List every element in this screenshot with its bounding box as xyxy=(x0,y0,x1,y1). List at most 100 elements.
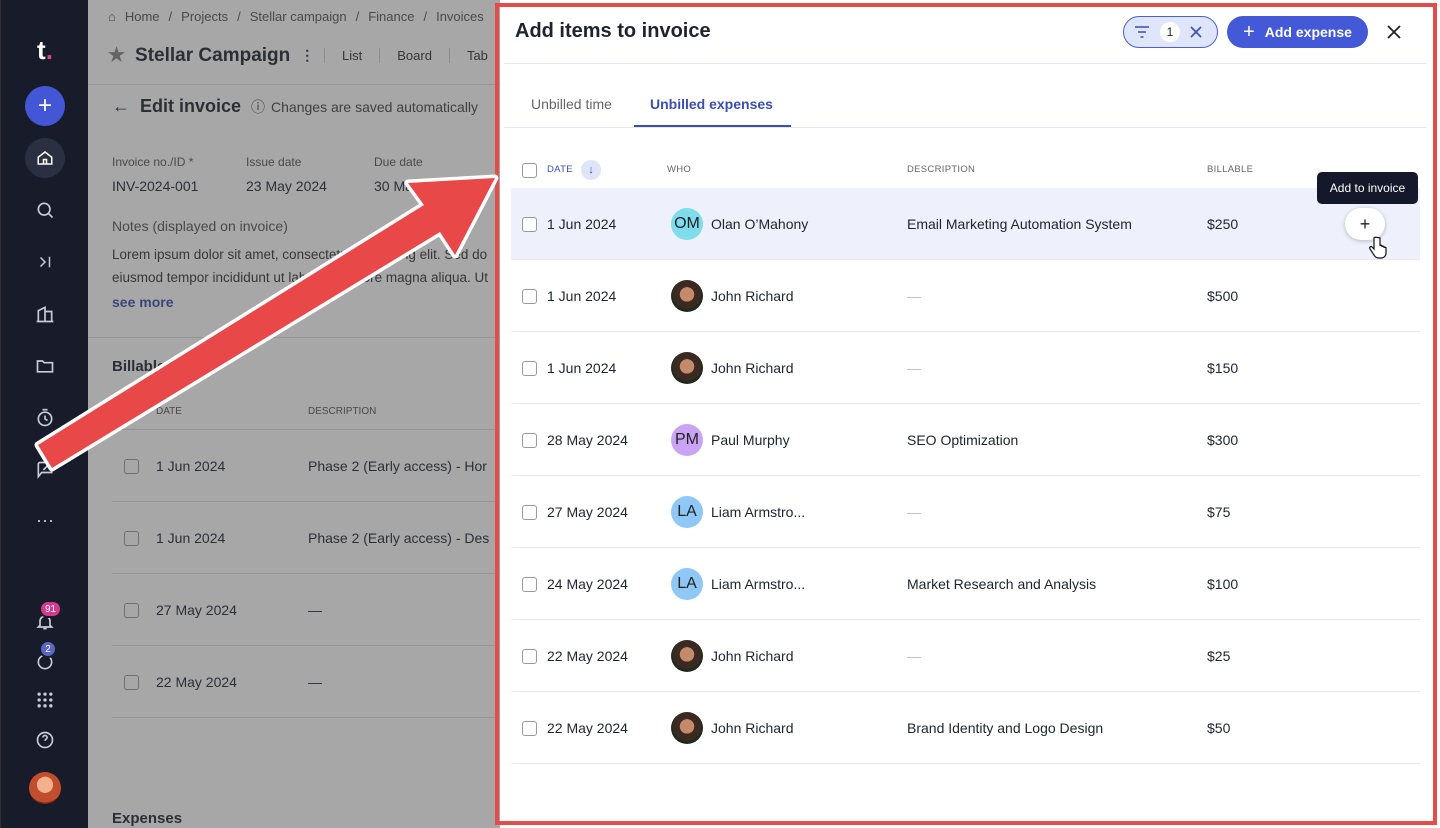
row-description: — xyxy=(907,360,921,376)
row-checkbox[interactable] xyxy=(522,721,537,736)
app-logo[interactable]: t. xyxy=(25,30,65,70)
table-row[interactable]: 1 Jun 2024 OM Olan O’Mahony Email Market… xyxy=(511,188,1420,260)
row-billable: $500 xyxy=(1207,288,1239,304)
table-row[interactable]: 27 May 2024— xyxy=(112,574,500,646)
avatar: OM xyxy=(671,208,703,240)
row-checkbox[interactable] xyxy=(124,459,139,474)
avatar: LA xyxy=(671,568,703,600)
create-button[interactable]: + xyxy=(25,86,65,126)
tab-board[interactable]: Board xyxy=(379,48,449,63)
row-date: 22 May 2024 xyxy=(547,648,628,664)
invoice-edit-icon[interactable] xyxy=(25,450,65,490)
issue-date-label: Issue date xyxy=(246,155,302,169)
breadcrumb-invoices[interactable]: Invoices xyxy=(436,9,484,24)
home-icon[interactable]: ⌂ xyxy=(108,9,116,24)
row-description: SEO Optimization xyxy=(907,432,1019,448)
edit-invoice-header: ← Edit invoice ⓘ Changes are saved automa… xyxy=(112,96,478,117)
row-description: Brand Identity and Logo Design xyxy=(907,720,1104,736)
avatar xyxy=(671,640,703,672)
row-billable: $150 xyxy=(1207,360,1239,376)
sort-down-icon[interactable]: ↓ xyxy=(581,160,601,180)
table-row[interactable]: 27 May 2024 LA Liam Armstro... — $75 xyxy=(511,476,1420,548)
row-checkbox[interactable] xyxy=(522,577,537,592)
plus-icon: + xyxy=(1243,20,1255,43)
building-icon[interactable] xyxy=(25,294,65,334)
apps-grid-icon[interactable] xyxy=(25,680,65,720)
search-icon[interactable] xyxy=(25,190,65,230)
pointer-hand-icon xyxy=(1369,236,1387,259)
col-who[interactable]: WHO xyxy=(667,164,691,175)
col-billable[interactable]: BILLABLE xyxy=(1207,164,1253,175)
col-description[interactable]: DESCRIPTION xyxy=(907,164,975,175)
row-billable: $250 xyxy=(1207,216,1239,232)
table-row[interactable]: 1 Jun 2024 John Richard — $500 xyxy=(511,260,1420,332)
clear-filter-icon[interactable] xyxy=(1190,26,1202,38)
tab-unbilled-time[interactable]: Unbilled time xyxy=(531,96,612,112)
collapse-icon[interactable] xyxy=(25,242,65,282)
table-row[interactable]: 24 May 2024 LA Liam Armstro... Market Re… xyxy=(511,548,1420,620)
row-date: 1 Jun 2024 xyxy=(547,216,617,232)
table-row[interactable]: 1 Jun 2024 Phase 2 (Early access) - Hor xyxy=(112,430,500,502)
table-row[interactable]: 1 Jun 2024 Phase 2 (Early access) - Des xyxy=(112,502,500,574)
tab-table[interactable]: Tab xyxy=(448,48,500,63)
add-expense-button[interactable]: + Add expense xyxy=(1227,16,1368,48)
modal-title: Add items to invoice xyxy=(515,20,711,42)
add-items-modal: Add items to invoice 1 + Add expense Unb… xyxy=(500,0,1440,828)
row-checkbox[interactable] xyxy=(522,649,537,664)
table-row[interactable]: 22 May 2024 John Richard — $25 xyxy=(511,620,1420,692)
row-checkbox[interactable] xyxy=(124,603,139,618)
project-title: Stellar Campaign xyxy=(135,44,291,66)
more-icon[interactable]: ··· xyxy=(25,500,65,540)
breadcrumb-projects[interactable]: Projects xyxy=(181,9,228,24)
tab-list[interactable]: List xyxy=(324,48,379,63)
info-icon: ⓘ xyxy=(251,98,266,115)
row-checkbox[interactable] xyxy=(522,289,537,304)
due-date-value[interactable]: 30 Ma xyxy=(374,178,413,194)
row-checkbox[interactable] xyxy=(124,675,139,690)
breadcrumb: ⌂ Home / Projects / Stellar campaign / Fina… xyxy=(108,9,484,24)
close-modal-button[interactable] xyxy=(1378,16,1410,48)
col-date[interactable]: DATE xyxy=(547,164,573,175)
tab-unbilled-expenses[interactable]: Unbilled expenses xyxy=(650,96,773,112)
invoice-id-value[interactable]: INV-2024-001 xyxy=(112,178,198,194)
breadcrumb-project[interactable]: Stellar campaign xyxy=(250,9,347,24)
timer-icon[interactable] xyxy=(25,398,65,438)
table-row[interactable]: 22 May 2024— xyxy=(112,646,500,718)
row-description: — xyxy=(907,288,921,304)
notes-text: Lorem ipsum dolor sit amet, consectetur … xyxy=(112,247,488,285)
row-checkbox[interactable] xyxy=(522,433,537,448)
row-checkbox[interactable] xyxy=(522,361,537,376)
row-description: — xyxy=(907,648,921,664)
table-row[interactable]: 28 May 2024 PM Paul Murphy SEO Optimizat… xyxy=(511,404,1420,476)
row-date: 28 May 2024 xyxy=(547,432,628,448)
breadcrumb-home[interactable]: Home xyxy=(125,9,160,24)
table-row[interactable]: 1 Jun 2024 John Richard — $150 xyxy=(511,332,1420,404)
home-icon[interactable] xyxy=(25,138,65,178)
avatar xyxy=(671,352,703,384)
kebab-icon[interactable]: ⋮ xyxy=(300,47,314,64)
bell-icon[interactable]: 91 xyxy=(25,600,65,642)
user-avatar[interactable] xyxy=(29,772,61,804)
row-checkbox[interactable] xyxy=(124,531,139,546)
row-who: Olan O’Mahony xyxy=(711,216,809,232)
select-all-checkbox[interactable] xyxy=(522,163,537,178)
avatar: LA xyxy=(671,496,703,528)
row-checkbox[interactable] xyxy=(522,505,537,520)
row-date: 22 May 2024 xyxy=(547,720,628,736)
star-icon[interactable]: ★ xyxy=(108,44,125,67)
table-row[interactable]: 22 May 2024 John Richard Brand Identity … xyxy=(511,692,1420,764)
issue-date-value[interactable]: 23 May 2024 xyxy=(246,178,327,194)
breadcrumb-finance[interactable]: Finance xyxy=(368,9,414,24)
row-description: Email Marketing Automation System xyxy=(907,216,1132,232)
filter-chip[interactable]: 1 xyxy=(1123,16,1218,48)
row-checkbox[interactable] xyxy=(522,217,537,232)
row-who: Paul Murphy xyxy=(711,432,790,448)
app-sidebar: t. + ··· 91 2 xyxy=(0,0,88,828)
see-more-link[interactable]: see more xyxy=(112,294,173,310)
help-icon[interactable] xyxy=(25,720,65,760)
back-arrow-icon[interactable]: ← xyxy=(112,96,130,117)
billable-time-title: Billable ti xyxy=(112,358,179,375)
chat-icon[interactable]: 2 xyxy=(25,640,65,682)
folder-icon[interactable] xyxy=(25,346,65,386)
row-billable: $50 xyxy=(1207,720,1231,736)
